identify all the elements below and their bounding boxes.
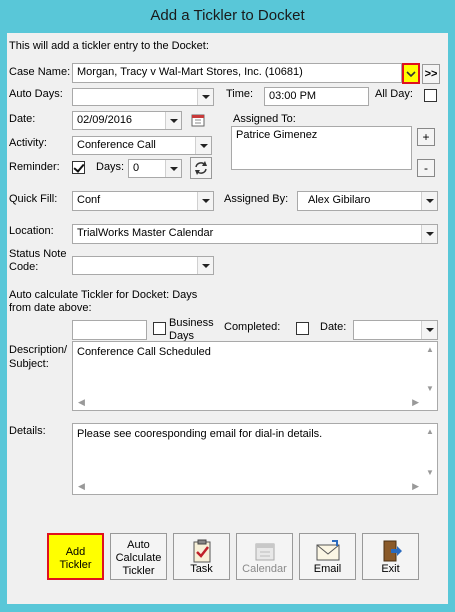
chevron-down-icon[interactable]	[197, 257, 213, 274]
completed-date-label: Date:	[320, 321, 347, 333]
chevron-down-icon[interactable]	[197, 192, 213, 210]
intro-text: This will add a tickler entry to the Doc…	[9, 40, 209, 52]
description-label-2: Subject:	[9, 358, 49, 370]
assigned-by-label: Assigned By:	[224, 193, 289, 205]
calendar-icon	[255, 543, 274, 561]
horizontal-scrollbar[interactable]: ◀ ▶	[74, 481, 423, 493]
case-name-field[interactable]: Morgan, Tracy v Wal-Mart Stores, Inc. (1…	[72, 63, 402, 83]
location-value: TrialWorks Master Calendar	[77, 227, 214, 239]
assigned-by-select[interactable]: Alex Gibilaro	[297, 191, 438, 211]
all-day-checkbox[interactable]	[424, 89, 437, 102]
clipboard-check-icon	[193, 539, 210, 563]
task-button[interactable]: Task	[173, 533, 230, 580]
auto-calc-text-2: from date above:	[9, 302, 92, 314]
reminder-checkbox[interactable]	[72, 161, 85, 174]
add-tickler-button[interactable]: Add Tickler	[47, 533, 104, 580]
details-textarea[interactable]: Please see cooresponding email for dial-…	[72, 423, 438, 495]
chevron-down-icon[interactable]	[421, 321, 437, 339]
window-title: Add a Tickler to Docket	[150, 7, 305, 24]
auto-calc-text: Auto calculate Tickler for Docket: Days	[9, 289, 198, 301]
case-name-more-button[interactable]: >>	[422, 64, 440, 84]
reminder-label: Reminder:	[9, 161, 60, 173]
calendar-icon[interactable]	[188, 111, 208, 129]
date-picker[interactable]: 02/09/2016	[72, 111, 182, 130]
business-days-checkbox[interactable]	[153, 322, 166, 335]
activity-label: Activity:	[9, 137, 47, 149]
add-tickler-label-2: Tickler	[59, 559, 92, 571]
time-value: 03:00 PM	[269, 90, 317, 102]
description-label: Description/	[9, 344, 68, 356]
location-label: Location:	[9, 225, 54, 237]
auto-calc-btn-label: Auto	[127, 539, 150, 551]
auto-days-select[interactable]	[72, 88, 214, 106]
quick-fill-select[interactable]: Conf	[72, 191, 214, 211]
case-name-label: Case Name:	[9, 66, 71, 78]
email-button-label: Email	[313, 563, 342, 575]
quick-fill-value: Conf	[77, 194, 101, 206]
description-value: Conference Call Scheduled	[77, 346, 211, 358]
horizontal-scrollbar[interactable]: ◀ ▶	[74, 397, 423, 409]
vertical-scrollbar[interactable]: ▲ ▼	[424, 343, 436, 409]
status-note-label-2: Code:	[9, 261, 39, 273]
status-note-select[interactable]	[72, 256, 214, 275]
assigned-to-item[interactable]: Patrice Gimenez	[236, 129, 407, 141]
status-note-label: Status Note	[9, 248, 67, 260]
quick-fill-label: Quick Fill:	[9, 193, 58, 205]
chevron-down-icon[interactable]	[421, 225, 437, 243]
task-button-label: Task	[190, 563, 213, 575]
exit-button[interactable]: Exit	[362, 533, 419, 580]
activity-select[interactable]: Conference Call	[72, 136, 212, 155]
add-assignee-button[interactable]: +	[417, 128, 435, 146]
case-name-value: Morgan, Tracy v Wal-Mart Stores, Inc. (1…	[77, 66, 303, 78]
location-select[interactable]: TrialWorks Master Calendar	[72, 224, 438, 244]
remove-assignee-button[interactable]: -	[417, 159, 435, 177]
reminder-days-select[interactable]: 0	[128, 159, 182, 178]
dialog-window: Add a Tickler to Docket This will add a …	[0, 0, 455, 612]
dialog-body: This will add a tickler entry to the Doc…	[7, 33, 448, 604]
exit-button-label: Exit	[381, 563, 400, 575]
auto-calc-btn-label-2: Calculate	[115, 552, 162, 564]
date-value: 02/09/2016	[77, 114, 133, 126]
auto-calc-days-input[interactable]	[72, 320, 147, 340]
refresh-icon	[195, 161, 207, 175]
email-button[interactable]: Email	[299, 533, 356, 580]
auto-days-label: Auto Days:	[9, 88, 63, 100]
assigned-to-label: Assigned To:	[233, 113, 296, 125]
reminder-days-value: 0	[133, 162, 140, 174]
time-label: Time:	[226, 88, 254, 100]
reminder-days-label: Days:	[96, 161, 125, 173]
time-input[interactable]: 03:00 PM	[264, 87, 369, 106]
auto-calculate-tickler-button[interactable]: Auto Calculate Tickler	[110, 533, 167, 580]
all-day-label: All Day:	[375, 88, 413, 100]
business-days-label: Business	[169, 317, 214, 329]
chevron-down-icon	[406, 70, 416, 77]
chevron-down-icon[interactable]	[195, 137, 211, 154]
activity-value: Conference Call	[77, 139, 156, 151]
calendar-button[interactable]: Calendar	[236, 533, 293, 580]
completed-date-picker[interactable]	[353, 320, 438, 340]
assigned-to-list[interactable]: Patrice Gimenez	[231, 126, 412, 170]
assigned-by-value: Alex Gibilaro	[308, 194, 371, 206]
chevron-down-icon[interactable]	[165, 112, 181, 129]
vertical-scrollbar[interactable]: ▲ ▼	[424, 425, 436, 493]
chevron-down-icon[interactable]	[421, 192, 437, 210]
completed-checkbox[interactable]	[296, 322, 309, 335]
refresh-button[interactable]	[190, 157, 212, 179]
exit-door-icon	[383, 540, 402, 562]
case-name-dropdown-button[interactable]	[402, 63, 420, 84]
completed-label: Completed:	[224, 321, 281, 333]
auto-calc-btn-label-3: Tickler	[122, 565, 155, 577]
envelope-icon	[316, 540, 339, 561]
calendar-button-label: Calendar	[242, 563, 287, 575]
description-textarea[interactable]: Conference Call Scheduled ◀ ▶ ▲ ▼	[72, 341, 438, 411]
add-tickler-label: Add	[65, 546, 86, 558]
details-label: Details:	[9, 425, 46, 437]
date-label: Date:	[9, 113, 36, 125]
chevron-down-icon[interactable]	[197, 89, 213, 105]
chevron-down-icon[interactable]	[165, 160, 181, 177]
details-value: Please see cooresponding email for dial-…	[77, 428, 323, 440]
